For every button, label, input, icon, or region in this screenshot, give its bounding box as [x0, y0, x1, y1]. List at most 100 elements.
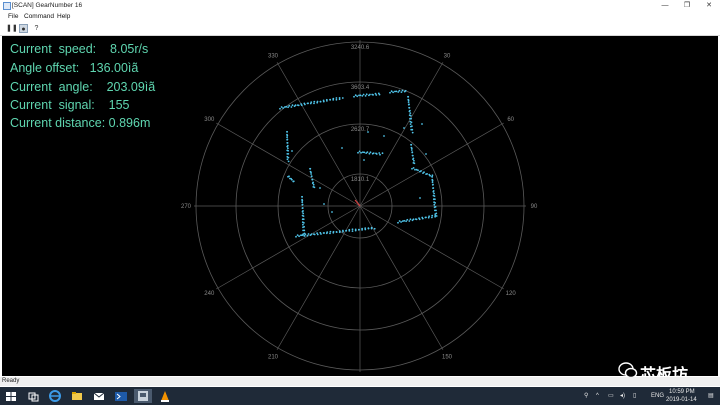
people-icon[interactable]: ⚲	[584, 387, 588, 405]
scan-point	[408, 220, 411, 222]
title-bar: [SCAN] GearNumber 16 — ❐ ✕	[0, 0, 720, 11]
file-explorer-icon[interactable]	[70, 389, 84, 403]
clock-time[interactable]: 10:59 PM	[669, 389, 695, 395]
scan-point	[433, 192, 435, 195]
angle-label: 90	[531, 204, 538, 210]
scan-point	[410, 128, 413, 131]
scan-point	[341, 147, 343, 149]
scan-point	[302, 212, 305, 215]
task-view-icon[interactable]	[26, 389, 40, 403]
notification-icon[interactable]: ▤	[708, 387, 714, 405]
scan-point	[409, 112, 412, 114]
scan-point	[301, 210, 304, 213]
radar-spoke	[276, 62, 361, 207]
scan-point	[412, 167, 415, 169]
scan-point	[413, 159, 415, 162]
scan-point	[368, 152, 371, 155]
scan-point	[338, 231, 341, 234]
network-icon[interactable]: ▭	[608, 387, 614, 405]
scan-point	[432, 187, 434, 190]
ring-label: 1810.1	[351, 177, 370, 183]
scan-point	[358, 150, 361, 153]
scan-app-icon	[138, 391, 148, 401]
scan-point	[408, 110, 411, 113]
scan-point	[410, 143, 413, 146]
battery-icon[interactable]: ▯	[633, 387, 636, 405]
minimize-button[interactable]: —	[654, 0, 676, 11]
scan-point	[302, 226, 304, 229]
scan-point	[286, 142, 289, 144]
pause-icon[interactable]: ❚❚	[6, 24, 18, 33]
radar-spoke	[359, 62, 444, 207]
angle-label: 240	[204, 291, 215, 297]
scan-point	[301, 196, 303, 198]
angle-offset: Angle offset: 136.00ìã	[10, 61, 139, 75]
scan-point	[301, 201, 304, 204]
scan-point	[338, 97, 341, 99]
scan-point	[351, 230, 354, 233]
scan-point	[310, 175, 313, 178]
scan-point	[351, 228, 354, 231]
scan-point	[373, 227, 376, 230]
scan-point	[389, 91, 391, 94]
scan-point	[415, 218, 418, 221]
scan-point	[426, 173, 428, 175]
scan-point	[431, 181, 434, 184]
scan-point	[381, 152, 384, 155]
windows-start-icon[interactable]	[4, 389, 18, 403]
scan-point	[431, 214, 434, 217]
scan-point	[369, 93, 371, 96]
angle-label: 60	[507, 117, 514, 123]
scan-point	[310, 233, 313, 236]
record-icon[interactable]: ●	[19, 24, 28, 33]
scan-point	[369, 151, 372, 154]
scan-point	[406, 218, 409, 221]
powershell-icon[interactable]	[114, 389, 128, 403]
scan-point	[290, 106, 293, 108]
scan-point	[296, 234, 299, 237]
scan-point	[286, 145, 289, 148]
scan-app-taskbar-button[interactable]	[134, 389, 152, 403]
scan-point	[304, 233, 307, 236]
scan-point	[409, 123, 412, 125]
scan-point	[411, 154, 414, 157]
scan-point	[418, 218, 421, 221]
angle-label: 300	[204, 117, 215, 123]
scan-point	[411, 167, 413, 170]
angle-label: 270	[181, 204, 192, 210]
scan-point	[309, 167, 312, 170]
scan-point	[363, 151, 366, 154]
scan-point	[286, 131, 288, 133]
scan-point	[303, 222, 305, 224]
angle-label: 150	[442, 355, 453, 361]
scan-point	[407, 103, 410, 106]
menu-command[interactable]: Command	[24, 11, 54, 22]
scan-point	[353, 95, 355, 98]
help-icon[interactable]: ?	[32, 24, 41, 33]
scan-point	[313, 102, 315, 105]
scan-point	[285, 105, 288, 108]
scan-point	[335, 231, 338, 234]
scan-point	[286, 138, 288, 141]
edge-icon[interactable]	[48, 389, 62, 403]
volume-icon[interactable]: ◂)	[620, 387, 625, 405]
scan-point	[431, 176, 434, 178]
menu-help[interactable]: Help	[57, 11, 70, 22]
scan-point	[342, 230, 344, 233]
language-indicator[interactable]: ENG	[651, 387, 664, 405]
close-button[interactable]: ✕	[698, 0, 720, 11]
tray-arrow-icon[interactable]: ^	[596, 387, 599, 405]
scan-point	[286, 136, 288, 139]
current-angle: Current angle: 203.09ìã	[10, 80, 156, 94]
clock-date[interactable]: 2019-01-14	[666, 397, 697, 403]
mail-icon[interactable]	[92, 389, 106, 403]
scan-point	[292, 180, 295, 183]
vlc-icon[interactable]	[158, 389, 172, 403]
maximize-button[interactable]: ❐	[676, 0, 698, 11]
scan-point	[434, 209, 436, 212]
menu-file[interactable]: File	[8, 11, 18, 22]
scan-point	[288, 104, 291, 107]
scan-point	[301, 199, 304, 202]
scan-point	[420, 170, 422, 172]
ring-label: 3603.4	[351, 85, 370, 91]
